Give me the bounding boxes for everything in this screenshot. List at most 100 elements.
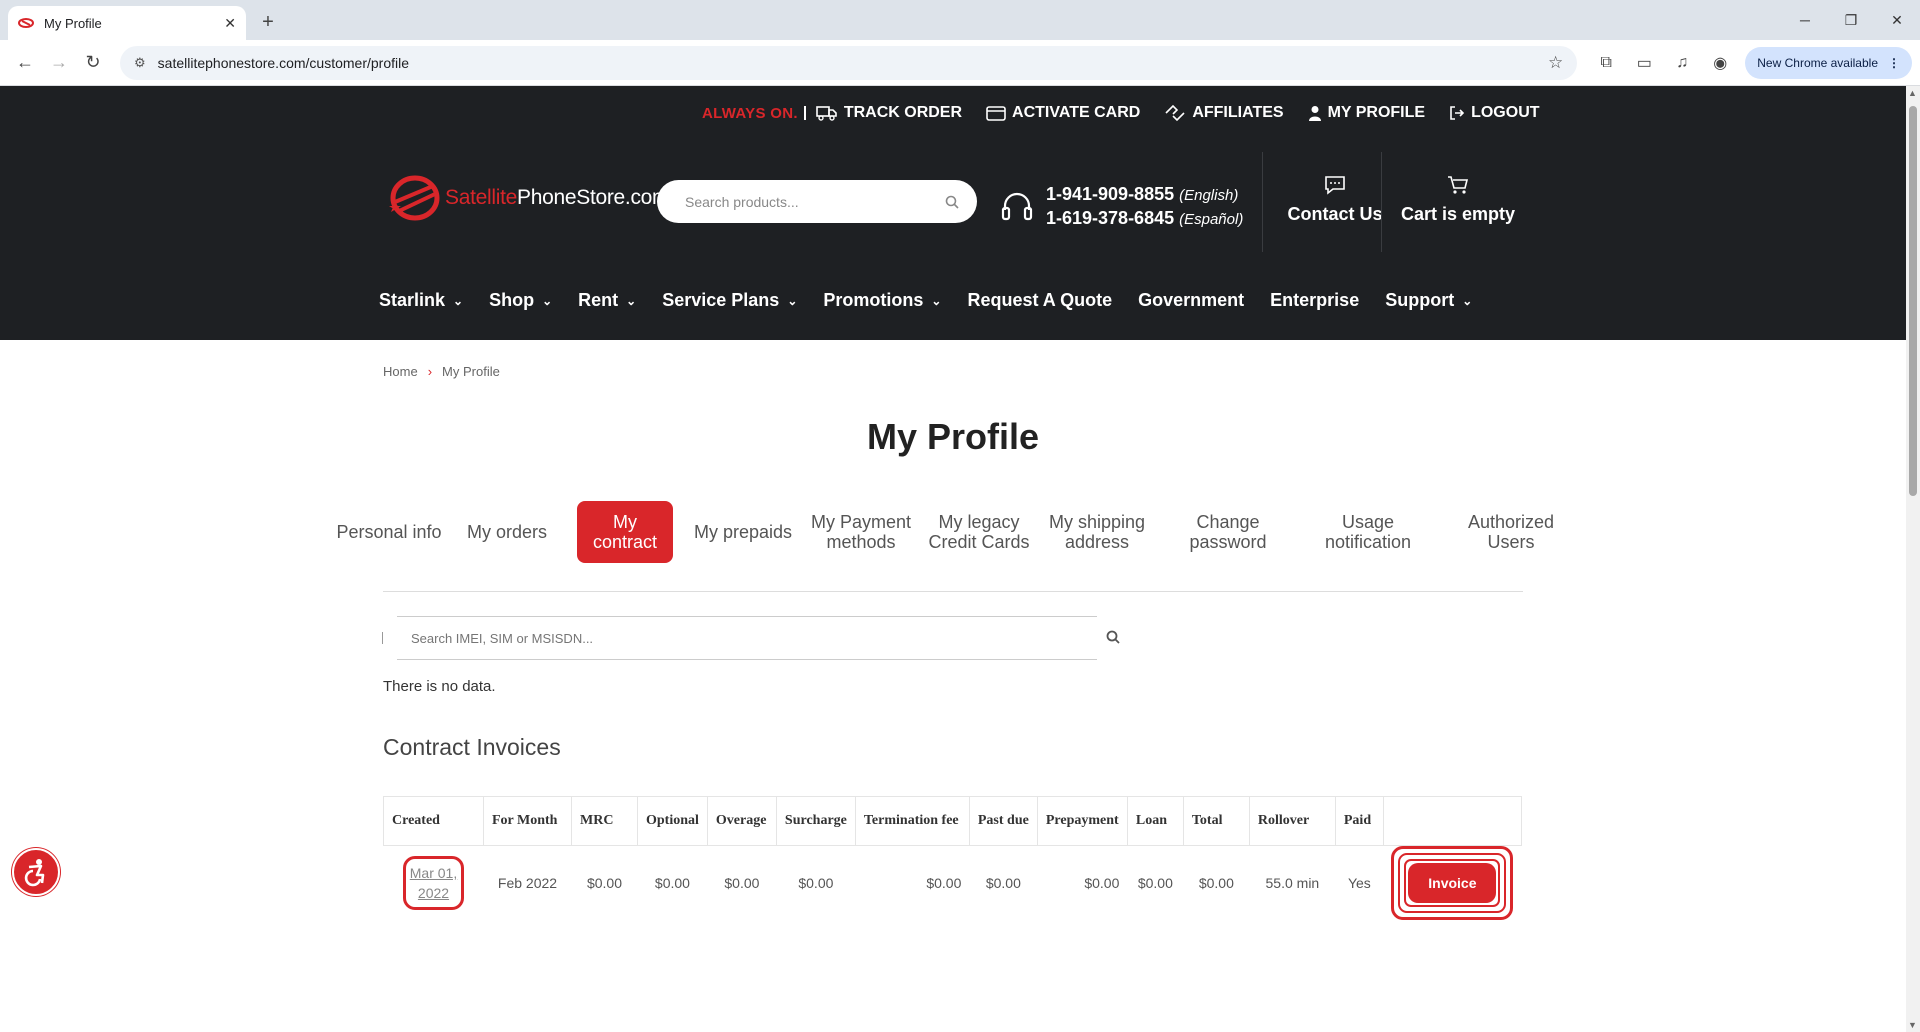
new-chrome-available-button[interactable]: New Chrome available ⋮: [1745, 46, 1912, 79]
nav-starlink[interactable]: Starlink ⌄: [379, 290, 463, 311]
nav-support[interactable]: Support ⌄: [1385, 290, 1472, 311]
address-bar[interactable]: ⚙ satellitephonestore.com/customer/profi…: [120, 45, 1578, 80]
chevron-down-icon: ⌄: [542, 293, 553, 308]
scroll-up-icon[interactable]: ▲: [1908, 88, 1917, 98]
media-control-icon[interactable]: ♫: [1663, 46, 1701, 80]
bookmark-star-icon[interactable]: ☆: [1548, 53, 1563, 73]
nav-government[interactable]: Government: [1138, 290, 1244, 311]
chat-bubble-icon: [1325, 176, 1345, 195]
activate-card-link[interactable]: ACTIVATE CARD: [986, 104, 1140, 122]
cell-actions: Invoice: [1383, 846, 1521, 920]
col-rollover: Rollover: [1248, 796, 1336, 846]
tab-my-payment-methods[interactable]: My Payment methods: [802, 501, 920, 563]
reload-icon[interactable]: ↻: [76, 46, 110, 80]
col-actions: [1382, 796, 1522, 846]
truck-icon: [816, 106, 837, 121]
product-search-input[interactable]: [685, 193, 945, 210]
highlight-ring-inner: Invoice: [1398, 853, 1507, 913]
col-optional: Optional: [637, 796, 708, 846]
tagline-divider: [803, 106, 806, 120]
scrollbar-thumb[interactable]: [1909, 106, 1917, 496]
search-icon[interactable]: [945, 195, 959, 209]
invoice-button[interactable]: Invoice: [1408, 863, 1497, 903]
tab-usage-notification[interactable]: Usage notification: [1300, 501, 1436, 563]
col-past-due: Past due: [968, 796, 1038, 846]
cart-icon: [1448, 176, 1469, 194]
tab-my-prepaids[interactable]: My prepaids: [684, 501, 802, 563]
invoice-date-link[interactable]: Mar 01, 2022: [410, 863, 457, 903]
site-logo[interactable]: SatellitePhoneStore.com: [385, 172, 670, 224]
new-tab-icon[interactable]: +: [254, 8, 282, 36]
chevron-down-icon: ⌄: [1462, 293, 1473, 308]
minimize-icon[interactable]: ─: [1782, 0, 1828, 40]
col-loan: Loan: [1126, 796, 1184, 846]
always-on-tagline: ALWAYS ON.: [702, 104, 798, 122]
cell-loan: $0.00: [1137, 875, 1173, 891]
tab-my-contract[interactable]: My contract: [577, 501, 673, 563]
new-chrome-label: New Chrome available: [1757, 55, 1878, 70]
logo-swoosh-icon: [389, 175, 440, 221]
highlight-ring: Invoice: [1391, 846, 1514, 920]
page-viewport: ALWAYS ON. TRACK ORDER ACTIVATE CARD AFF…: [0, 86, 1920, 1032]
cell-paid: Yes: [1347, 875, 1371, 891]
chevron-down-icon: ⌄: [787, 293, 798, 308]
header-divider: [1262, 152, 1263, 252]
site-settings-icon[interactable]: ⚙: [134, 55, 146, 71]
browser-tabstrip: My Profile ✕ + ─ ❐ ✕: [0, 0, 1920, 40]
scroll-down-icon[interactable]: ▼: [1908, 1020, 1917, 1030]
browser-toolbar: ← → ↻ ⚙ satellitephonestore.com/customer…: [0, 40, 1920, 86]
imei-search-input[interactable]: [411, 630, 1083, 646]
imei-search: [397, 616, 1097, 660]
cart-label: Cart is empty: [1400, 204, 1516, 224]
close-window-icon[interactable]: ✕: [1874, 0, 1920, 40]
breadcrumb-home[interactable]: Home: [383, 364, 418, 379]
cell-overage: $0.00: [724, 875, 760, 891]
nav-request-a-quote[interactable]: Request A Quote: [967, 290, 1112, 311]
highlight-ring: Mar 01, 2022: [402, 856, 465, 910]
chevron-right-icon: ›: [427, 364, 433, 379]
affiliates-label: AFFILIATES: [1192, 104, 1284, 121]
col-for-month: For Month: [483, 796, 572, 846]
contact-us-link[interactable]: Contact Us: [1276, 174, 1394, 225]
tab-close-icon[interactable]: ✕: [224, 15, 236, 32]
my-profile-link[interactable]: MY PROFILE: [1308, 104, 1425, 122]
contact-us-label: Contact Us: [1287, 204, 1383, 224]
tab-authorized-users[interactable]: Authorized Users: [1436, 501, 1586, 563]
phone-spanish[interactable]: 1-619-378-6845 (Español): [1046, 207, 1243, 231]
headset-icon: [1001, 192, 1033, 221]
menu-kebab-icon: ⋮: [1888, 55, 1900, 70]
user-icon: [1308, 106, 1321, 121]
tab-personal-info[interactable]: Personal info: [330, 501, 448, 563]
tab-my-legacy-credit-cards[interactable]: My legacy Credit Cards: [920, 501, 1038, 563]
accessibility-button[interactable]: [12, 848, 60, 896]
search-icon[interactable]: [1106, 630, 1120, 644]
track-order-link[interactable]: TRACK ORDER: [816, 104, 962, 122]
col-termination-fee: Termination fee: [854, 796, 970, 846]
table-header-row: Created For Month MRC Optional Overage S…: [383, 796, 1522, 846]
extensions-icon[interactable]: ⧉: [1587, 46, 1625, 80]
logout-link[interactable]: LOGOUT: [1449, 104, 1540, 122]
tab-my-shipping-address[interactable]: My shipping address: [1038, 501, 1156, 563]
page-scrollbar[interactable]: ▲ ▼: [1906, 86, 1920, 1032]
profile-icon[interactable]: ◉: [1701, 46, 1739, 80]
forward-icon[interactable]: →: [42, 46, 76, 80]
cell-past-due: $0.00: [985, 875, 1021, 891]
browser-tab[interactable]: My Profile ✕: [8, 6, 246, 40]
restore-icon[interactable]: ❐: [1828, 0, 1874, 40]
site-header: ALWAYS ON. TRACK ORDER ACTIVATE CARD AFF…: [0, 86, 1920, 340]
nav-enterprise[interactable]: Enterprise: [1270, 290, 1359, 311]
back-icon[interactable]: ←: [8, 46, 42, 80]
cast-icon[interactable]: ▭: [1625, 46, 1663, 80]
nav-promotions[interactable]: Promotions ⌄: [823, 290, 941, 311]
nav-service-plans[interactable]: Service Plans ⌄: [662, 290, 797, 311]
phone-english[interactable]: 1-941-909-8855 (English): [1046, 183, 1243, 207]
nav-shop[interactable]: Shop ⌄: [489, 290, 552, 311]
affiliates-link[interactable]: AFFILIATES: [1164, 104, 1284, 122]
highlight-ring-innermost: Invoice: [1404, 859, 1501, 907]
cart-link[interactable]: Cart is empty: [1396, 174, 1520, 225]
product-search: [657, 180, 977, 223]
accessibility-icon: [24, 859, 45, 887]
tab-my-orders[interactable]: My orders: [448, 501, 566, 563]
nav-rent[interactable]: Rent ⌄: [578, 290, 636, 311]
tab-change-password[interactable]: Change password: [1156, 501, 1300, 563]
